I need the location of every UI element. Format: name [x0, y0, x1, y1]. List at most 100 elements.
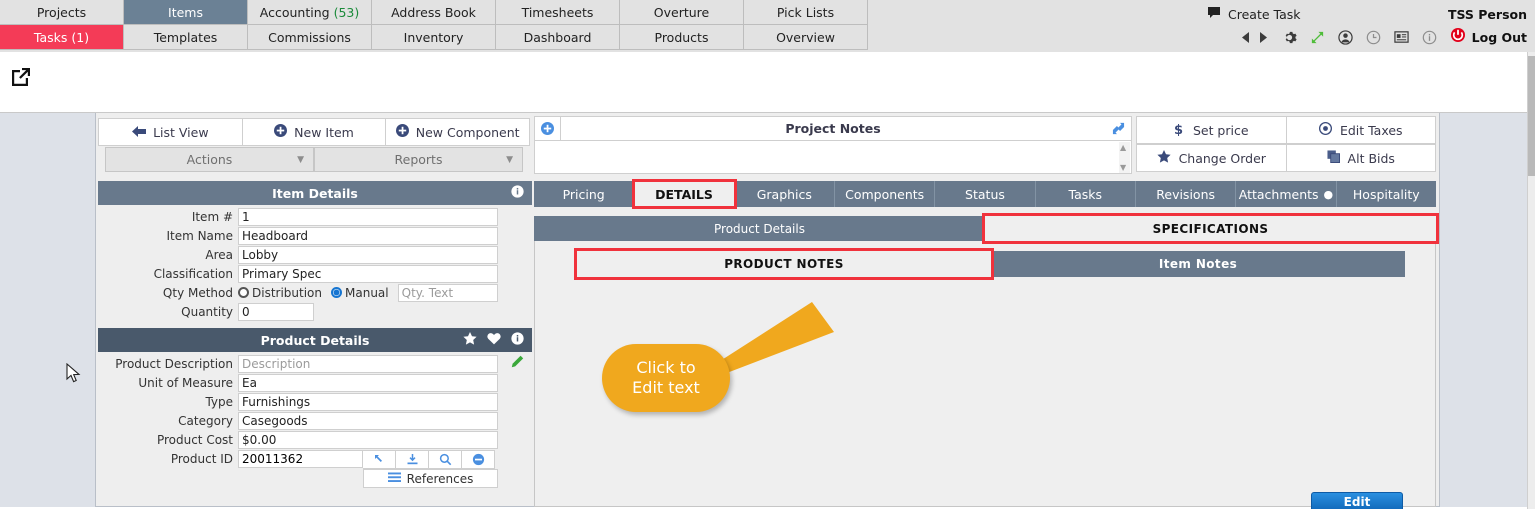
notes-tab-item-notes[interactable]: Item Notes [991, 251, 1405, 277]
classification-input[interactable]: Primary Spec [238, 264, 498, 283]
scrollbar-thumb[interactable] [1528, 56, 1535, 176]
nav-items[interactable]: Items [124, 0, 248, 25]
tab-graphics[interactable]: Graphics [735, 181, 835, 207]
download-icon[interactable] [396, 449, 429, 469]
add-note-icon[interactable] [535, 117, 561, 140]
product-id-input[interactable]: 20011362 [238, 450, 363, 468]
change-order-button[interactable]: Change Order [1136, 144, 1287, 172]
expand-notes-icon[interactable] [1105, 122, 1131, 135]
notes-scrollbar[interactable]: ▲ ▼ [1119, 142, 1130, 173]
tab-label: Status [965, 186, 1005, 202]
radio-manual[interactable] [331, 287, 343, 298]
subtab-specifications[interactable]: SPECIFICATIONS [982, 213, 1439, 244]
set-price-button[interactable]: $ Set price [1136, 116, 1287, 144]
page-scrollbar[interactable] [1527, 52, 1535, 509]
actions-label: Actions [186, 152, 233, 167]
edit-pencil-icon[interactable] [510, 355, 524, 369]
product-details-title: Product Details [260, 332, 370, 348]
expand-icon[interactable] [1310, 30, 1325, 45]
tab-status[interactable]: Status [935, 181, 1036, 207]
search-icon[interactable] [429, 449, 462, 469]
nav-dashboard[interactable]: Dashboard [496, 25, 620, 50]
nav-templates[interactable]: Templates [124, 25, 248, 50]
tab-attachments[interactable]: Attachments ● [1236, 181, 1337, 207]
alt-bids-button[interactable]: Alt Bids [1286, 144, 1436, 172]
star-icon[interactable] [463, 332, 477, 348]
edit-taxes-label: Edit Taxes [1339, 122, 1403, 138]
tab-revisions[interactable]: Revisions [1136, 181, 1237, 207]
product-description-input[interactable]: Description [238, 354, 498, 373]
radio-distribution[interactable] [238, 287, 249, 298]
info-icon[interactable] [511, 332, 524, 348]
new-item-button[interactable]: New Item [242, 118, 387, 146]
remove-icon[interactable] [462, 449, 495, 469]
nav-commissions[interactable]: Commissions [248, 25, 372, 50]
subtab-product-details[interactable]: Product Details [534, 216, 985, 241]
clock-icon[interactable] [1366, 30, 1381, 45]
nav-accounting[interactable]: Accounting (53) [248, 0, 372, 25]
list-view-button[interactable]: List View [98, 118, 243, 146]
copy-icon [1327, 150, 1340, 166]
info-icon[interactable] [511, 185, 524, 201]
item-details-header: Item Details [98, 181, 532, 205]
sub-tab-bar: Product Details SPECIFICATIONS [534, 213, 1439, 244]
notes-tab-label: Item Notes [1158, 257, 1238, 271]
product-cost-input[interactable]: $0.00 [238, 430, 498, 449]
notes-tab-product-notes[interactable]: PRODUCT NOTES [574, 248, 994, 280]
new-component-button[interactable]: New Component [386, 118, 531, 146]
top-right-toolbar: Create Task TSS Person Log Out [1175, 0, 1535, 51]
field-row-quantity: Quantity 0 [98, 302, 532, 321]
svg-text:$: $ [1174, 123, 1183, 136]
nav-tasks[interactable]: Tasks (1) [0, 25, 124, 50]
nav-pick-lists[interactable]: Pick Lists [744, 0, 868, 25]
user-icon[interactable] [1337, 29, 1353, 45]
nav-overview[interactable]: Overview [744, 25, 868, 50]
nav-accounting-count: (53) [333, 4, 360, 20]
nav-address-book[interactable]: Address Book [372, 0, 496, 25]
nav-products[interactable]: Products [620, 25, 744, 50]
tab-label: Components [845, 186, 925, 202]
heart-icon[interactable] [487, 332, 501, 348]
info-icon[interactable] [1422, 30, 1437, 45]
external-link-icon[interactable] [10, 66, 32, 92]
scroll-up-icon[interactable]: ▲ [1120, 143, 1126, 152]
field-row-item-number: Item # 1 [98, 207, 532, 226]
top-navigation-bar: Projects Items Accounting (53) Address Bo… [0, 0, 1535, 52]
nav-inventory[interactable]: Inventory [372, 25, 496, 50]
next-icon[interactable] [1258, 31, 1269, 44]
reports-dropdown[interactable]: Reports ▼ [314, 147, 523, 172]
tab-label: Tasks [1068, 186, 1103, 202]
scroll-down-icon[interactable]: ▼ [1120, 163, 1126, 172]
item-name-input[interactable]: Headboard [238, 226, 498, 245]
project-notes-textarea[interactable]: ▲ ▼ [534, 141, 1132, 174]
references-button[interactable]: References [363, 469, 498, 488]
product-type-input[interactable]: Furnishings [238, 392, 498, 411]
tab-tasks[interactable]: Tasks [1036, 181, 1136, 207]
tab-components[interactable]: Components [835, 181, 936, 207]
nav-timesheets[interactable]: Timesheets [496, 0, 620, 25]
tab-details[interactable]: DETAILS [632, 179, 737, 209]
gear-icon[interactable] [1282, 30, 1297, 45]
category-input[interactable]: Casegoods [238, 411, 498, 430]
unit-of-measure-input[interactable]: Ea [238, 373, 498, 392]
tab-hospitality[interactable]: Hospitality [1337, 181, 1436, 207]
set-price-label: Set price [1192, 122, 1249, 138]
edit-taxes-button[interactable]: Edit Taxes [1286, 116, 1436, 144]
tab-label: DETAILS [655, 186, 713, 202]
tab-pricing[interactable]: Pricing [534, 181, 635, 207]
card-icon[interactable] [1393, 30, 1409, 44]
actions-dropdown[interactable]: Actions ▼ [105, 147, 314, 172]
area-input[interactable]: Lobby [238, 245, 498, 264]
nav-projects[interactable]: Projects [0, 0, 124, 25]
dollar-icon: $ [1174, 122, 1185, 139]
prev-icon[interactable] [1240, 31, 1251, 44]
arrow-up-left-icon[interactable] [363, 449, 396, 469]
logout-button[interactable]: Log Out [1450, 27, 1527, 47]
create-task-button[interactable]: Create Task [1207, 6, 1301, 22]
qty-text-input[interactable]: Qty. Text [397, 283, 498, 302]
edit-button[interactable]: Edit [1311, 492, 1403, 509]
nav-overture[interactable]: Overture [620, 0, 744, 25]
item-number-input[interactable]: 1 [238, 207, 498, 226]
quantity-input[interactable]: 0 [238, 302, 314, 321]
main-nav-grid: Projects Items Accounting (53) Address Bo… [0, 0, 868, 51]
